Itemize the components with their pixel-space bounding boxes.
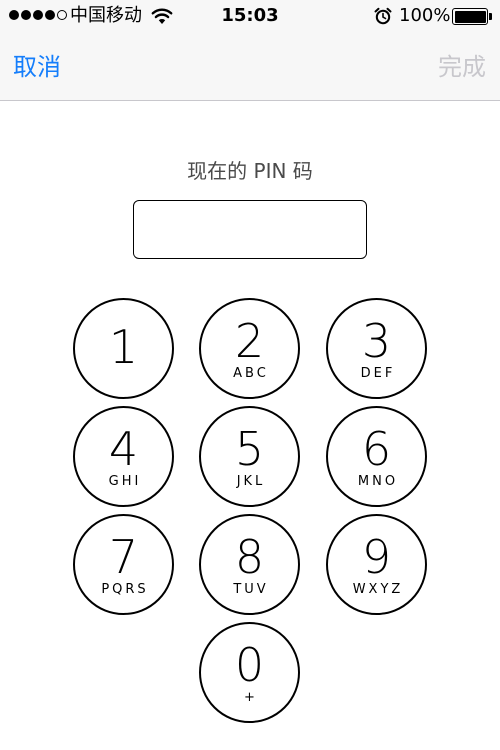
top-bars: 中国移动 15:03 100% 取消 完成: [0, 0, 500, 101]
key-digit: 2: [234, 314, 265, 368]
cancel-button[interactable]: 取消: [13, 51, 61, 83]
key-digit: 1: [108, 320, 139, 374]
key-letters: +: [244, 690, 258, 705]
key-digit: 5: [234, 422, 265, 476]
navigation-bar: 取消 完成: [0, 34, 500, 100]
key-3[interactable]: 3 DEF: [326, 298, 427, 399]
key-0[interactable]: 0 +: [199, 622, 300, 723]
key-letters: MNO: [357, 474, 399, 489]
key-7[interactable]: 7 PQRS: [73, 514, 174, 615]
key-5[interactable]: 5 JKL: [199, 406, 300, 507]
key-digit: 3: [361, 314, 392, 368]
battery-cap: [489, 13, 492, 20]
key-6[interactable]: 6 MNO: [326, 406, 427, 507]
key-9[interactable]: 9 WXYZ: [326, 514, 427, 615]
battery-percent: 100%: [399, 5, 451, 26]
status-bar: 中国移动 15:03 100%: [0, 0, 500, 34]
key-1[interactable]: 1: [73, 298, 174, 399]
key-letters: WXYZ: [352, 582, 404, 597]
key-digit: 9: [361, 530, 392, 584]
key-letters: PQRS: [101, 582, 149, 597]
key-8[interactable]: 8 TUV: [199, 514, 300, 615]
pin-prompt-label: 现在的 PIN 码: [187, 159, 313, 183]
key-letters: DEF: [360, 366, 396, 381]
pin-input[interactable]: [133, 200, 367, 259]
alarm-clock-icon: [374, 7, 392, 25]
key-digit: 6: [361, 422, 392, 476]
key-4[interactable]: 4 GHI: [73, 406, 174, 507]
key-letters: TUV: [233, 582, 269, 597]
key-2[interactable]: 2 ABC: [199, 298, 300, 399]
key-letters: JKL: [236, 474, 266, 489]
key-digit: 7: [108, 530, 139, 584]
battery-fill: [454, 10, 486, 23]
key-letters: GHI: [108, 474, 142, 489]
key-digit: 8: [234, 530, 265, 584]
battery-icon: [452, 8, 488, 25]
key-digit: 0: [234, 638, 265, 692]
key-letters: ABC: [233, 366, 269, 381]
done-button[interactable]: 完成: [438, 51, 486, 83]
key-digit: 4: [108, 422, 139, 476]
